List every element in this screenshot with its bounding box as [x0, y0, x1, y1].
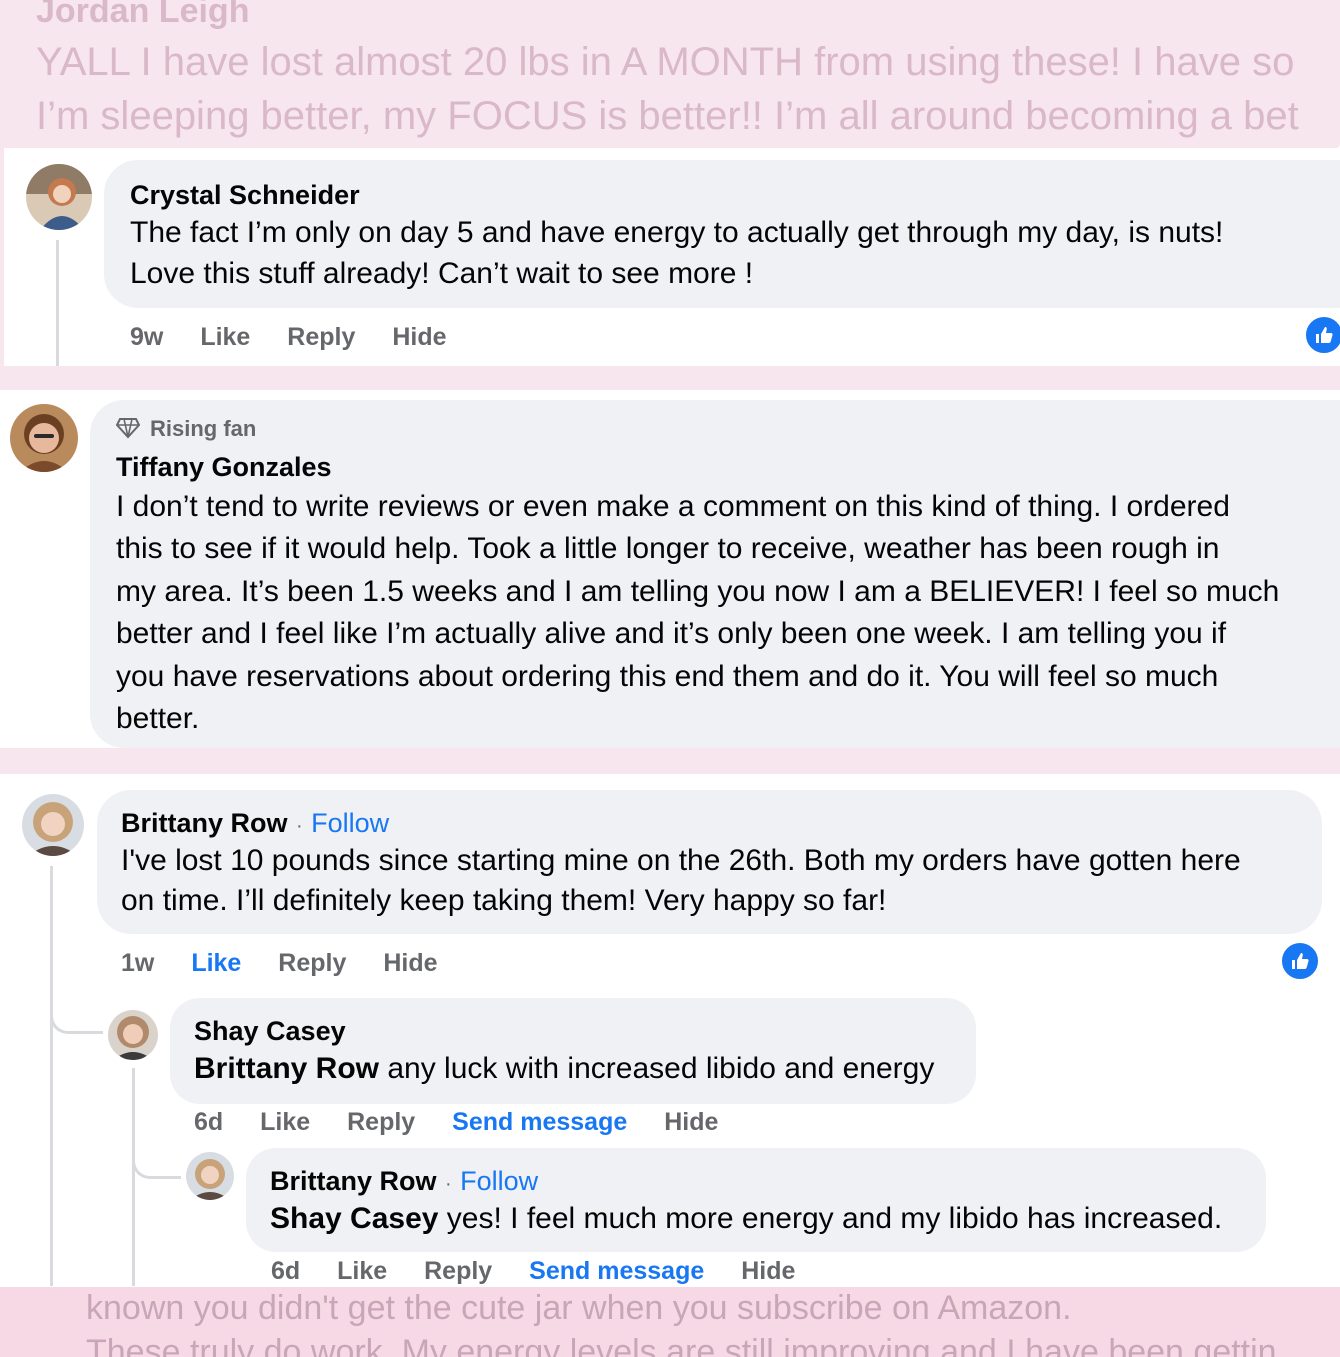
comment-actions: 6d Like Reply Send message Hide	[271, 1257, 825, 1286]
send-message-button[interactable]: Send message	[529, 1257, 704, 1286]
comment-bubble-shay: Shay Casey Brittany Row any luck with in…	[170, 998, 976, 1104]
divider-band	[0, 366, 1340, 390]
avatar-crystal[interactable]	[26, 164, 92, 230]
comment-actions: 1w Like Reply Hide	[121, 949, 468, 978]
like-button[interactable]: Like	[337, 1257, 387, 1286]
like-reaction-icon[interactable]	[1304, 315, 1340, 355]
mention-link[interactable]: Brittany Row	[194, 1052, 379, 1085]
avatar-brittany-reply[interactable]	[186, 1152, 234, 1200]
thread-line	[56, 240, 59, 366]
commenter-name[interactable]: Brittany Row	[121, 808, 288, 838]
comment-text: The fact I’m only on day 5 and have ener…	[130, 216, 1224, 249]
comment-bubble-brittany: Brittany Row · Follow I've lost 10 pound…	[97, 790, 1322, 934]
avatar-brittany[interactable]	[22, 794, 84, 856]
comment-line: you have reservations about ordering thi…	[116, 659, 1219, 693]
like-button[interactable]: Like	[260, 1108, 310, 1137]
reply-button[interactable]: Reply	[347, 1108, 415, 1137]
separator-dot: ·	[444, 1173, 452, 1195]
comment-text: on time. I’ll definitely keep taking the…	[121, 884, 887, 917]
comment-text: I don’t tend to write reviews or even ma…	[116, 486, 1340, 740]
comment-line: my area. It’s been 1.5 weeks and I am te…	[116, 574, 1280, 608]
comment-text: I've lost 10 pounds since starting mine …	[121, 844, 1241, 877]
like-reaction-icon[interactable]	[1280, 941, 1320, 981]
reply-button[interactable]: Reply	[424, 1257, 492, 1286]
hide-button[interactable]: Hide	[664, 1108, 718, 1137]
hide-button[interactable]: Hide	[383, 949, 437, 978]
separator-dot: ·	[295, 815, 303, 837]
comment-bubble-crystal: Crystal Schneider The fact I’m only on d…	[104, 160, 1340, 308]
comment-line: I don’t tend to write reviews or even ma…	[116, 490, 1230, 523]
thread-line	[132, 1068, 135, 1286]
timestamp[interactable]: 6d	[194, 1108, 223, 1137]
faded-comment-line: I’m sleeping better, my FOCUS is better!…	[36, 94, 1299, 138]
comment-line: better and I feel like I’m actually aliv…	[116, 617, 1227, 651]
comment-bubble-tiffany: Rising fan Tiffany Gonzales I don’t tend…	[90, 400, 1340, 748]
comment-text: Brittany Row any luck with increased lib…	[194, 1048, 934, 1089]
comment-line: better.	[116, 702, 200, 736]
timestamp[interactable]: 9w	[130, 323, 163, 352]
faded-comment-bottom: known you didn't get the cute jar when y…	[0, 1287, 1340, 1357]
faded-comment-top: Jordan Leigh YALL I have lost almost 20 …	[0, 0, 1340, 148]
reply-button[interactable]: Reply	[287, 323, 355, 352]
commenter-name[interactable]: Shay Casey	[194, 1016, 346, 1047]
follow-link[interactable]: Follow	[460, 1166, 538, 1196]
timestamp[interactable]: 1w	[121, 949, 154, 978]
commenter-name[interactable]: Brittany Row	[270, 1166, 437, 1196]
follow-link[interactable]: Follow	[311, 808, 389, 838]
diamond-icon	[116, 418, 140, 439]
comment-text: Shay Casey yes! I feel much more energy …	[270, 1198, 1222, 1239]
left-edge-band	[0, 140, 4, 370]
like-button[interactable]: Like	[200, 323, 250, 352]
reply-button[interactable]: Reply	[278, 949, 346, 978]
badge-label: Rising fan	[150, 416, 257, 441]
comment-header: Brittany Row · Follow	[270, 1166, 538, 1197]
thread-line	[50, 866, 53, 1286]
faded-comment-line: YALL I have lost almost 20 lbs in A MONT…	[36, 40, 1295, 84]
hide-button[interactable]: Hide	[741, 1257, 795, 1286]
comment-actions: 9w Like Reply Hide	[130, 323, 477, 352]
divider-band	[0, 748, 1340, 774]
avatar-tiffany[interactable]	[10, 404, 78, 472]
faded-comment-line: These truly do work. My energy levels ar…	[86, 1333, 1277, 1357]
like-button[interactable]: Like	[191, 949, 241, 978]
send-message-button[interactable]: Send message	[452, 1108, 627, 1137]
hide-button[interactable]: Hide	[392, 323, 446, 352]
avatar-shay[interactable]	[108, 1010, 158, 1060]
mention-link[interactable]: Shay Casey	[270, 1202, 438, 1235]
comment-header: Brittany Row · Follow	[121, 808, 389, 839]
comment-bubble-brittany-reply: Brittany Row · Follow Shay Casey yes! I …	[246, 1148, 1266, 1252]
faded-comment-line: known you didn't get the cute jar when y…	[86, 1289, 1072, 1327]
thread-branch	[50, 1005, 103, 1034]
comment-text: Love this stuff already! Can’t wait to s…	[130, 257, 754, 290]
faded-commenter-name: Jordan Leigh	[36, 0, 250, 30]
commenter-name[interactable]: Tiffany Gonzales	[116, 452, 332, 483]
comment-text-body: any luck with increased libido and energ…	[379, 1052, 935, 1085]
comment-text-body: yes! I feel much more energy and my libi…	[438, 1202, 1223, 1235]
timestamp[interactable]: 6d	[271, 1257, 300, 1286]
commenter-name[interactable]: Crystal Schneider	[130, 180, 360, 211]
comment-line: this to see if it would help. Took a lit…	[116, 532, 1220, 566]
comment-actions: 6d Like Reply Send message Hide	[194, 1108, 748, 1137]
rising-fan-badge: Rising fan	[116, 416, 256, 442]
thread-branch	[132, 1150, 181, 1179]
